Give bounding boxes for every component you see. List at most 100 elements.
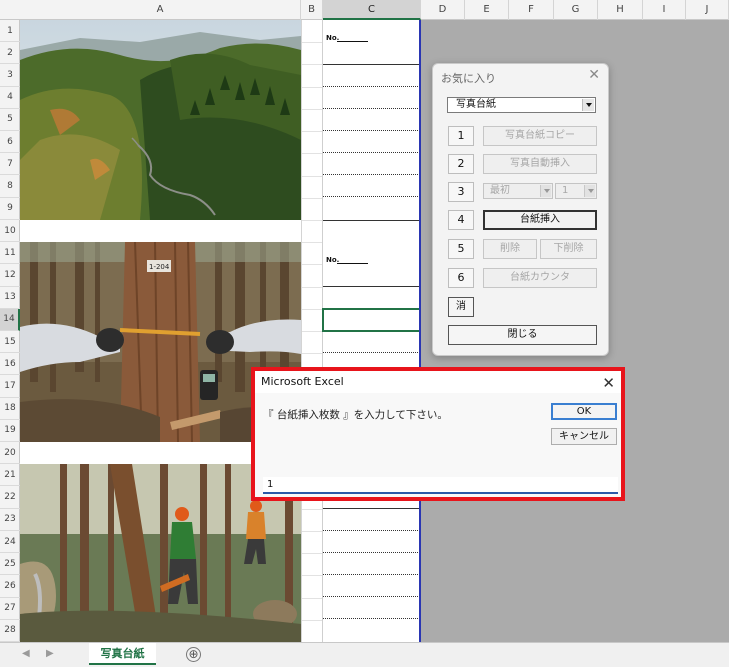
chevron-down-icon[interactable] bbox=[584, 185, 595, 197]
form-line bbox=[323, 596, 420, 597]
form-line bbox=[323, 618, 420, 619]
grid-line bbox=[302, 64, 323, 66]
grid-line bbox=[302, 175, 323, 177]
row-header-6[interactable]: 6 bbox=[0, 131, 20, 154]
number-button-5[interactable]: 5 bbox=[448, 239, 474, 259]
column-header-d[interactable]: D bbox=[421, 0, 465, 20]
chevron-down-icon[interactable] bbox=[582, 99, 594, 111]
grid-line bbox=[302, 353, 323, 355]
grid-line bbox=[302, 530, 323, 532]
sheet-tab-photo-mount[interactable]: 写真台紙 bbox=[89, 643, 156, 665]
count-select[interactable]: 1 bbox=[555, 183, 597, 199]
form-line bbox=[323, 530, 420, 531]
row-header-16[interactable]: 16 bbox=[0, 353, 20, 376]
auto-insert-photo-button[interactable]: 写真自動挿入 bbox=[483, 154, 597, 174]
row-header-21[interactable]: 21 bbox=[0, 464, 20, 487]
row-header-28[interactable]: 28 bbox=[0, 620, 20, 642]
row-header-10[interactable]: 10 bbox=[0, 220, 20, 243]
column-header-e[interactable]: E bbox=[465, 0, 509, 20]
column-header-i[interactable]: I bbox=[643, 0, 686, 20]
grid-line bbox=[302, 219, 323, 221]
number-button-4[interactable]: 4 bbox=[448, 210, 474, 230]
insert-mount-button[interactable]: 台紙挿入 bbox=[483, 210, 597, 230]
row-header-20[interactable]: 20 bbox=[0, 442, 20, 465]
form-line bbox=[323, 352, 420, 353]
row-header-4[interactable]: 4 bbox=[0, 87, 20, 109]
number-button-1[interactable]: 1 bbox=[448, 126, 474, 146]
column-header-h[interactable]: H bbox=[598, 0, 643, 20]
grid-line bbox=[302, 331, 323, 332]
photo-number-underline-1 bbox=[337, 41, 368, 42]
row-header-1[interactable]: 1 bbox=[0, 20, 20, 43]
form-line bbox=[323, 508, 420, 509]
first-select[interactable]: 最初 bbox=[483, 183, 553, 199]
delete-below-button[interactable]: 下削除 bbox=[540, 239, 597, 259]
row-header-8[interactable]: 8 bbox=[0, 176, 20, 198]
row-header-14[interactable]: 14 bbox=[0, 308, 20, 331]
grid-line bbox=[302, 242, 323, 244]
row-header-2[interactable]: 2 bbox=[0, 42, 20, 65]
grid-line bbox=[302, 108, 323, 110]
number-button-6[interactable]: 6 bbox=[448, 268, 474, 288]
row-header-18[interactable]: 18 bbox=[0, 398, 20, 420]
row-header-3[interactable]: 3 bbox=[0, 64, 20, 87]
row-header-9[interactable]: 9 bbox=[0, 198, 20, 220]
form-line bbox=[323, 130, 420, 131]
number-button-3[interactable]: 3 bbox=[448, 182, 474, 202]
row-header-7[interactable]: 7 bbox=[0, 153, 20, 176]
mount-counter-button[interactable]: 台紙カウンタ bbox=[483, 268, 597, 288]
form-line bbox=[323, 574, 420, 575]
worksheet[interactable]: 1-204 No. No. bbox=[20, 20, 421, 643]
form-line bbox=[323, 108, 420, 109]
cancel-button[interactable]: キャンセル bbox=[551, 428, 617, 445]
row-header-19[interactable]: 19 bbox=[0, 420, 20, 443]
template-select[interactable]: 写真台紙 bbox=[447, 97, 596, 113]
close-button[interactable]: 閉じる bbox=[448, 325, 597, 345]
count-select-value: 1 bbox=[562, 185, 569, 196]
row-header-11[interactable]: 11 bbox=[0, 242, 20, 265]
sheet-tab-bar: ◀ ▶ 写真台紙 ⊕ bbox=[0, 642, 729, 667]
delete-button[interactable]: 削除 bbox=[483, 239, 537, 259]
row-header-13[interactable]: 13 bbox=[0, 287, 20, 309]
first-select-value: 最初 bbox=[490, 185, 510, 196]
dialog-title: Microsoft Excel ✕ bbox=[255, 371, 621, 393]
column-header-j[interactable]: J bbox=[686, 0, 729, 20]
row-header-22[interactable]: 22 bbox=[0, 487, 20, 509]
column-header-f[interactable]: F bbox=[509, 0, 554, 20]
row-header-24[interactable]: 24 bbox=[0, 531, 20, 554]
number-button-2[interactable]: 2 bbox=[448, 154, 474, 174]
row-header-23[interactable]: 23 bbox=[0, 509, 20, 531]
row-header-27[interactable]: 27 bbox=[0, 598, 20, 620]
prev-sheet-icon[interactable]: ◀ bbox=[22, 648, 30, 659]
row-header-26[interactable]: 26 bbox=[0, 575, 20, 598]
template-select-value: 写真台紙 bbox=[456, 99, 496, 110]
form-line bbox=[323, 196, 420, 197]
form-line bbox=[323, 552, 420, 553]
ok-button[interactable]: OK bbox=[551, 403, 617, 420]
dialog-prompt: 『 台紙挿入枚数 』を入力して下さい。 bbox=[263, 409, 448, 421]
column-header-b[interactable]: B bbox=[301, 0, 323, 20]
mount-count-input[interactable]: 1 bbox=[263, 477, 618, 494]
form-line bbox=[323, 64, 420, 65]
row-header-15[interactable]: 15 bbox=[0, 331, 20, 354]
active-cell-c14[interactable] bbox=[322, 308, 421, 332]
row-header-17[interactable]: 17 bbox=[0, 375, 20, 398]
form-line bbox=[323, 174, 420, 175]
column-header-c[interactable]: C bbox=[323, 0, 421, 20]
next-sheet-icon[interactable]: ▶ bbox=[46, 648, 54, 659]
grid-line bbox=[302, 131, 323, 133]
column-b-cells[interactable] bbox=[301, 20, 323, 643]
grid-line bbox=[302, 153, 323, 155]
favorites-close-icon[interactable]: ✕ bbox=[588, 67, 600, 83]
add-sheet-icon[interactable]: ⊕ bbox=[186, 647, 201, 662]
column-header-a[interactable]: A bbox=[20, 0, 301, 20]
chevron-down-icon[interactable] bbox=[540, 185, 551, 197]
dialog-close-icon[interactable]: ✕ bbox=[602, 372, 615, 394]
copy-mount-button[interactable]: 写真台紙コピー bbox=[483, 126, 597, 146]
row-header-25[interactable]: 25 bbox=[0, 553, 20, 576]
column-header-g[interactable]: G bbox=[554, 0, 598, 20]
favorites-title: お気に入り bbox=[441, 72, 496, 85]
row-header-12[interactable]: 12 bbox=[0, 264, 20, 287]
row-header-5[interactable]: 5 bbox=[0, 109, 20, 132]
erase-button[interactable]: 消 bbox=[448, 297, 474, 317]
